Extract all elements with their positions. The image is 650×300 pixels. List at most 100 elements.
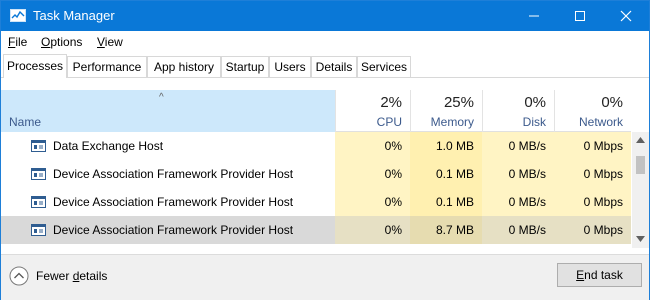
column-header-memory[interactable]: 25% Memory <box>410 90 482 132</box>
menu-options[interactable]: Options <box>41 35 82 49</box>
column-header-network[interactable]: 0% Network <box>554 90 631 132</box>
process-name-cell: Device Association Framework Provider Ho… <box>1 160 335 188</box>
column-header-disk[interactable]: 0% Disk <box>482 90 554 132</box>
cpu-cell: 0% <box>335 188 410 216</box>
memory-value: 1.0 MB <box>435 139 474 153</box>
network-column-label: Network <box>578 115 623 129</box>
scroll-down-button[interactable] <box>632 231 649 248</box>
disk-total-percent: 0% <box>524 94 546 111</box>
network-cell: 0 Mbps <box>554 188 631 216</box>
disk-cell: 0 MB/s <box>482 216 554 244</box>
scrollbar-thumb[interactable] <box>636 156 645 174</box>
menu-view-label: iew <box>104 35 123 49</box>
network-total-percent: 0% <box>601 94 623 111</box>
column-header-name[interactable]: ^ Name <box>1 90 335 132</box>
disk-cell: 0 MB/s <box>482 132 554 160</box>
vertical-scrollbar[interactable] <box>632 132 649 248</box>
window-title: Task Manager <box>33 8 115 23</box>
task-manager-icon <box>10 9 26 22</box>
maximize-button[interactable] <box>557 1 603 31</box>
memory-cell: 0.1 MB <box>410 160 482 188</box>
cpu-cell: 0% <box>335 216 410 244</box>
tab-performance[interactable]: Performance <box>67 56 147 77</box>
table-row-selected[interactable]: Device Association Framework Provider Ho… <box>1 216 631 244</box>
tab-processes[interactable]: Processes <box>3 54 67 78</box>
column-header-cpu[interactable]: 2% CPU <box>335 90 410 132</box>
tab-startup[interactable]: Startup <box>221 56 269 77</box>
memory-value: 8.7 MB <box>435 223 474 237</box>
network-cell: 0 Mbps <box>554 216 631 244</box>
menu-view[interactable]: View <box>97 35 123 49</box>
tab-app-history[interactable]: App history <box>147 56 221 77</box>
disk-value: 0 MB/s <box>508 167 546 181</box>
service-host-icon <box>31 168 46 180</box>
service-host-icon <box>31 140 46 152</box>
tab-users[interactable]: Users <box>269 56 311 77</box>
cpu-cell: 0% <box>335 160 410 188</box>
disk-value: 0 MB/s <box>508 223 546 237</box>
minimize-icon <box>529 15 539 17</box>
close-icon <box>620 10 632 22</box>
tab-details[interactable]: Details <box>311 56 357 77</box>
end-task-mnemonic: E <box>576 268 585 282</box>
memory-value: 0.1 MB <box>435 167 474 181</box>
menu-options-mnemonic: O <box>41 35 51 49</box>
task-manager-window: Task Manager File Options View Processes… <box>0 0 650 300</box>
menu-bar: File Options View <box>1 31 649 53</box>
arrow-down-icon <box>636 236 645 242</box>
footer-bar: Fewer details End task <box>1 254 649 300</box>
disk-value: 0 MB/s <box>508 195 546 209</box>
table-row[interactable]: Data Exchange Host 0% 1.0 MB 0 MB/s 0 Mb… <box>1 132 631 160</box>
minimize-button[interactable] <box>511 1 557 31</box>
memory-cell: 8.7 MB <box>410 216 482 244</box>
network-cell: 0 Mbps <box>554 160 631 188</box>
fewer-details-text-rest: etails <box>79 269 108 283</box>
title-bar[interactable]: Task Manager <box>1 1 649 31</box>
disk-cell: 0 MB/s <box>482 160 554 188</box>
cpu-value: 0% <box>384 139 402 153</box>
fewer-details-text: Fewer <box>36 269 73 283</box>
process-name: Device Association Framework Provider Ho… <box>53 167 294 181</box>
menu-options-label: ptions <box>50 35 83 49</box>
cpu-value: 0% <box>384 223 402 237</box>
tab-services[interactable]: Services <box>357 56 411 77</box>
end-task-label: nd task <box>584 268 623 282</box>
scroll-up-button[interactable] <box>632 132 649 149</box>
memory-value: 0.1 MB <box>435 195 474 209</box>
process-name-cell: Device Association Framework Provider Ho… <box>1 216 335 244</box>
menu-file-label: ile <box>15 35 28 49</box>
process-name: Device Association Framework Provider Ho… <box>53 195 294 209</box>
sort-ascending-icon: ^ <box>159 92 164 103</box>
process-name: Device Association Framework Provider Ho… <box>53 223 294 237</box>
menu-view-mnemonic: V <box>97 35 105 49</box>
service-host-icon <box>31 196 46 208</box>
table-row[interactable]: Device Association Framework Provider Ho… <box>1 160 631 188</box>
menu-file[interactable]: File <box>8 35 27 49</box>
service-host-icon <box>31 224 46 236</box>
memory-column-label: Memory <box>430 115 474 129</box>
arrow-up-icon <box>636 137 645 143</box>
process-name-cell: Data Exchange Host <box>1 132 335 160</box>
memory-cell: 0.1 MB <box>410 188 482 216</box>
network-value: 0 Mbps <box>583 167 623 181</box>
disk-cell: 0 MB/s <box>482 188 554 216</box>
column-name-label: Name <box>9 115 42 129</box>
network-value: 0 Mbps <box>583 223 623 237</box>
disk-value: 0 MB/s <box>508 139 546 153</box>
process-name: Data Exchange Host <box>53 139 164 153</box>
cpu-cell: 0% <box>335 132 410 160</box>
process-name-cell: Device Association Framework Provider Ho… <box>1 188 335 216</box>
cpu-column-label: CPU <box>376 115 402 129</box>
memory-total-percent: 25% <box>443 94 474 111</box>
network-value: 0 Mbps <box>583 195 623 209</box>
table-row[interactable]: Device Association Framework Provider Ho… <box>1 188 631 216</box>
tab-strip: Processes Performance App history Startu… <box>1 54 649 78</box>
process-table-header: ^ Name 2% CPU 25% Memory 0% Disk 0% Netw… <box>1 90 631 132</box>
network-cell: 0 Mbps <box>554 132 631 160</box>
end-task-button[interactable]: End task <box>557 263 642 287</box>
close-button[interactable] <box>603 1 649 31</box>
cpu-total-percent: 2% <box>380 94 402 111</box>
fewer-details-link[interactable]: Fewer details <box>36 269 107 283</box>
collapse-chevron-icon[interactable] <box>9 266 29 286</box>
disk-column-label: Disk <box>522 115 546 129</box>
